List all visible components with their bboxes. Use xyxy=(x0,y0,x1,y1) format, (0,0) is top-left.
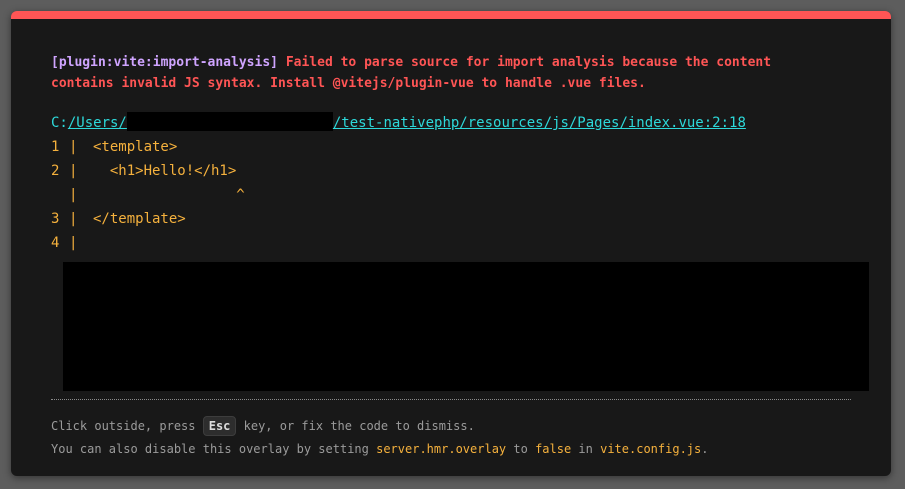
file-location: C:/Users/ /test-nativephp/resources/js/Pa… xyxy=(51,112,746,133)
file-link-users[interactable]: /Users/ xyxy=(68,115,127,131)
divider xyxy=(51,399,851,400)
tip-text: to xyxy=(506,442,536,456)
code-frame-line: 1 | <template> xyxy=(51,135,245,159)
tip-text: Click outside, press xyxy=(51,419,203,433)
error-caret: ^ xyxy=(93,187,245,203)
config-value: false xyxy=(535,442,572,456)
code-frame-line: 3 | </template> xyxy=(51,207,245,231)
esc-key: Esc xyxy=(202,416,237,436)
code-text: </template> xyxy=(93,211,186,227)
config-key: server.hmr.overlay xyxy=(376,442,507,456)
error-overlay[interactable]: [plugin:vite:import-analysis] Failed to … xyxy=(11,11,891,476)
file-link-path[interactable]: /test-nativephp/resources/js/Pages/index… xyxy=(333,115,746,131)
dismiss-tip: Click outside, press Esc key, or fix the… xyxy=(51,414,475,438)
gutter-bar: | xyxy=(69,211,78,227)
code-frame-line: | ^ xyxy=(51,183,245,207)
line-number: 3 xyxy=(51,211,60,227)
tip-text: You can also disable this overlay by set… xyxy=(51,442,377,456)
code-frame: 1 | <template> 2 | <h1>Hello!</h1> | ^ 3 | </… xyxy=(51,135,245,255)
redacted-username xyxy=(126,112,333,131)
redacted-stack-trace xyxy=(63,262,869,391)
code-frame-line: 4 | xyxy=(51,231,245,255)
gutter-bar: | xyxy=(69,187,78,203)
tip-text: key, or fix the code to dismiss. xyxy=(236,419,475,433)
code-frame-line: 2 | <h1>Hello!</h1> xyxy=(51,159,245,183)
gutter-bar: | xyxy=(69,235,78,251)
disable-overlay-tip: You can also disable this overlay by set… xyxy=(51,439,708,459)
line-number: 2 xyxy=(51,163,60,179)
line-number: 4 xyxy=(51,235,60,251)
error-message: [plugin:vite:import-analysis] Failed to … xyxy=(51,52,811,94)
tip-text: in xyxy=(571,442,601,456)
config-file: vite.config.js xyxy=(600,442,702,456)
file-drive: C: xyxy=(51,115,68,131)
code-text: <template> xyxy=(93,139,178,155)
code-text: <h1>Hello!</h1> xyxy=(93,163,237,179)
plugin-name: [plugin:vite:import-analysis] xyxy=(51,55,278,70)
gutter-bar: | xyxy=(69,163,78,179)
gutter-bar: | xyxy=(69,139,78,155)
tip-text: . xyxy=(701,442,709,456)
line-number: 1 xyxy=(51,139,60,155)
